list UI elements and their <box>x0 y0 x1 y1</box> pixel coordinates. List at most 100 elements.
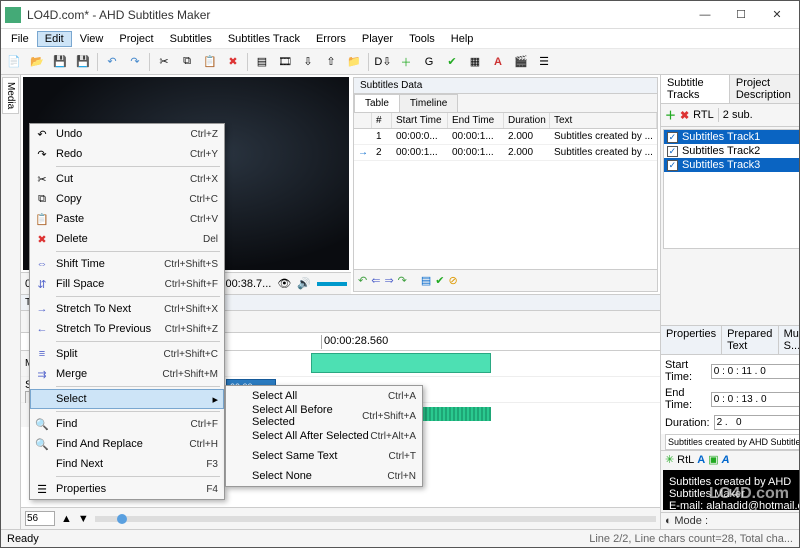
tab-timeline[interactable]: Timeline <box>399 94 458 112</box>
open-button[interactable]: 📂 <box>26 51 48 73</box>
sub-cancel-icon[interactable]: ⊘ <box>449 274 458 287</box>
menu-project[interactable]: Project <box>111 31 161 47</box>
menu-item-find-next[interactable]: Find NextF3 <box>30 454 224 474</box>
table-row[interactable]: 1 00:00:0... 00:00:1... 2.000 Subtitles … <box>354 129 657 145</box>
zoom-input[interactable] <box>25 511 55 526</box>
tab-subtitle-tracks[interactable]: Subtitle Tracks <box>661 75 730 103</box>
duration-input[interactable] <box>714 415 799 430</box>
a-button[interactable]: A <box>487 51 509 73</box>
menu-tools[interactable]: Tools <box>401 31 443 47</box>
redo-button[interactable]: ↷ <box>124 51 146 73</box>
tab-table[interactable]: Table <box>354 94 400 112</box>
end-time-input[interactable] <box>711 392 799 407</box>
remove-track-icon[interactable]: ✖ <box>680 109 689 122</box>
checkbox-icon[interactable]: ✓ <box>667 146 678 157</box>
submenu-item-select-all-before-selected[interactable]: Select All Before SelectedCtrl+Shift+A <box>226 406 422 426</box>
menu-item-fill-space[interactable]: ⇵Fill SpaceCtrl+Shift+F <box>30 274 224 294</box>
sub-next-icon[interactable]: ↷ <box>398 274 407 287</box>
copy-button[interactable]: ⧉ <box>176 51 198 73</box>
subtitles-table[interactable]: # Start Time End Time Duration Text 1 00… <box>354 113 657 269</box>
italic-a-icon[interactable]: A <box>722 454 730 466</box>
add-track-icon[interactable]: ＋ <box>665 107 676 123</box>
menu-item-shift-time[interactable]: ⇔Shift TimeCtrl+Shift+S <box>30 254 224 274</box>
tab-prepared-text[interactable]: Prepared Text <box>722 326 779 354</box>
sub-prev-icon[interactable]: ↶ <box>358 274 367 287</box>
menu-subtitles-track[interactable]: Subtitles Track <box>220 31 308 47</box>
menu-item-copy[interactable]: ⧉CopyCtrl+C <box>30 189 224 209</box>
rtl-button[interactable]: RTL <box>693 109 714 121</box>
sub-ok-icon[interactable]: ✔ <box>435 274 444 287</box>
checkbox-icon[interactable]: ✓ <box>667 160 678 171</box>
media-clip[interactable] <box>311 353 491 373</box>
props-button[interactable]: ☰ <box>533 51 555 73</box>
tab-project-description[interactable]: Project Description <box>730 75 799 103</box>
menu-item-stretch-to-next[interactable]: →Stretch To NextCtrl+Shift+X <box>30 299 224 319</box>
tool-b[interactable]: 🎞 <box>274 51 296 73</box>
track-list[interactable]: ✓Subtitles Track1 ✓Subtitles Track2 ✓Sub… <box>663 129 799 249</box>
menu-file[interactable]: File <box>3 31 37 47</box>
menu-item-delete[interactable]: ✖DeleteDel <box>30 229 224 249</box>
menu-help[interactable]: Help <box>443 31 482 47</box>
add-style-icon[interactable]: ✳ <box>665 453 674 466</box>
import-button[interactable]: ⇩ <box>297 51 319 73</box>
media-tab[interactable]: Media <box>2 77 19 114</box>
list-item[interactable]: ✓Subtitles Track2 <box>664 144 799 158</box>
style-combo[interactable]: Subtitles created by AHD Subtitles Mak..… <box>665 434 799 450</box>
menu-item-properties[interactable]: ☰PropertiesF4 <box>30 479 224 499</box>
delete-button[interactable]: ✖ <box>222 51 244 73</box>
close-button[interactable]: ✕ <box>759 3 795 27</box>
submenu-item-select-same-text[interactable]: Select Same TextCtrl+T <box>226 446 422 466</box>
menu-view[interactable]: View <box>72 31 112 47</box>
sub-doc-icon[interactable]: ▤ <box>421 274 431 287</box>
menu-item-paste[interactable]: 📋PasteCtrl+V <box>30 209 224 229</box>
g-button[interactable]: G <box>418 51 440 73</box>
media-button[interactable]: ▦ <box>464 51 486 73</box>
menu-item-select[interactable]: Select▸ <box>30 389 224 409</box>
menu-player[interactable]: Player <box>354 31 401 47</box>
menu-item-merge[interactable]: ⇉MergeCtrl+Shift+M <box>30 364 224 384</box>
timeline-scrollbar[interactable] <box>95 516 656 522</box>
submenu-item-select-all[interactable]: Select AllCtrl+A <box>226 386 422 406</box>
menu-item-cut[interactable]: ✂CutCtrl+X <box>30 169 224 189</box>
volume-slider[interactable] <box>317 282 347 286</box>
menu-edit[interactable]: Edit <box>37 31 72 47</box>
new-button[interactable]: 📄 <box>3 51 25 73</box>
list-item[interactable]: ✓Subtitles Track1 <box>664 130 799 144</box>
menu-item-find-and-replace[interactable]: 🔍Find And ReplaceCtrl+H <box>30 434 224 454</box>
check-button[interactable]: ✔ <box>441 51 463 73</box>
rtl-prop-button[interactable]: RtL <box>677 454 694 466</box>
minimize-button[interactable]: — <box>687 3 723 27</box>
mode-icon[interactable]: ◐ <box>665 515 672 527</box>
tab-properties[interactable]: Properties <box>661 326 722 354</box>
folder-button[interactable]: 📁 <box>343 51 365 73</box>
cut-button[interactable]: ✂ <box>153 51 175 73</box>
menu-item-find[interactable]: 🔍FindCtrl+F <box>30 414 224 434</box>
undo-button[interactable]: ↶ <box>101 51 123 73</box>
tool-a[interactable]: ▤ <box>251 51 273 73</box>
sub-jump-start-icon[interactable]: ⇐ <box>371 274 380 287</box>
export-button[interactable]: ⇧ <box>320 51 342 73</box>
paste-button[interactable]: 📋 <box>199 51 221 73</box>
saveas-button[interactable]: 💾 <box>72 51 94 73</box>
maximize-button[interactable]: ☐ <box>723 3 759 27</box>
checkbox-icon[interactable]: ✓ <box>667 132 678 143</box>
menu-item-split[interactable]: ≡SplitCtrl+Shift+C <box>30 344 224 364</box>
save-button[interactable]: 💾 <box>49 51 71 73</box>
submenu-item-select-none[interactable]: Select NoneCtrl+N <box>226 466 422 486</box>
sub-jump-end-icon[interactable]: ⇒ <box>384 274 393 287</box>
font-a-icon[interactable]: A <box>697 454 705 466</box>
menu-subtitles[interactable]: Subtitles <box>162 31 220 47</box>
v-button[interactable]: 🎬 <box>510 51 532 73</box>
zoom-up-icon[interactable]: ▲ <box>61 513 72 525</box>
d-button[interactable]: D⇩ <box>372 51 394 73</box>
menu-item-undo[interactable]: ↶UndoCtrl+Z <box>30 124 224 144</box>
volume-icon[interactable]: 🔊 <box>297 277 311 290</box>
menu-errors[interactable]: Errors <box>308 31 354 47</box>
add-button[interactable]: ＋ <box>395 51 417 73</box>
zoom-down-icon[interactable]: ▼ <box>78 513 89 525</box>
tab-multiple[interactable]: Multiple S... <box>779 326 799 354</box>
eye-icon[interactable]: 👁 <box>277 277 291 290</box>
submenu-item-select-all-after-selected[interactable]: Select All After SelectedCtrl+Alt+A <box>226 426 422 446</box>
table-row[interactable]: → 2 00:00:1... 00:00:1... 2.000 Subtitle… <box>354 145 657 161</box>
list-item[interactable]: ✓Subtitles Track3 <box>664 158 799 172</box>
